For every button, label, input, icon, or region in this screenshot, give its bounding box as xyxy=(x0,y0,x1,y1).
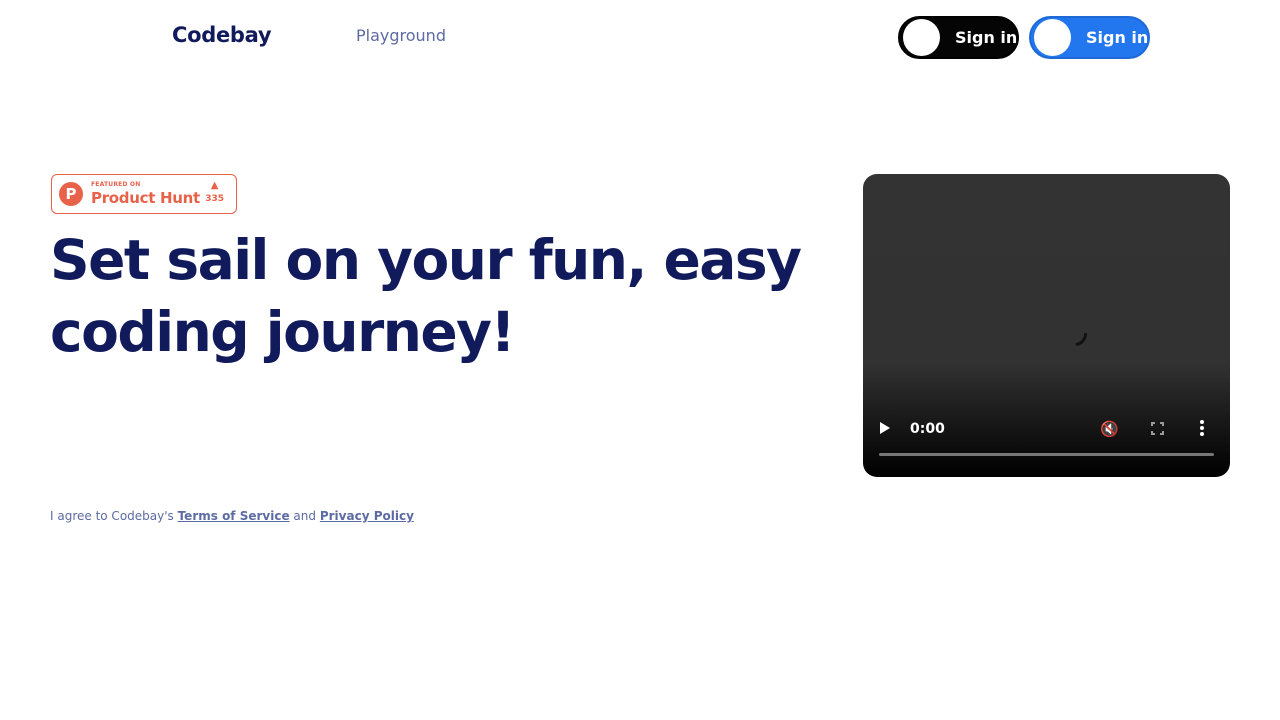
more-options-icon[interactable] xyxy=(1200,420,1204,436)
logo[interactable]: Codebay xyxy=(172,23,272,47)
nav-link-playground[interactable]: Playground xyxy=(356,26,446,45)
play-icon[interactable] xyxy=(880,422,890,434)
featured-label: FEATURED ON xyxy=(91,181,141,188)
product-hunt-icon: P xyxy=(59,182,83,206)
hero-heading: Set sail on your fun, easy coding journe… xyxy=(50,224,810,368)
product-hunt-badge[interactable]: P FEATURED ON Product Hunt ▲ 335 xyxy=(51,174,237,214)
fullscreen-icon[interactable] xyxy=(1151,422,1164,435)
signin-label: Sign in xyxy=(955,28,1018,47)
loading-spinner-icon xyxy=(1058,317,1092,351)
terms-and: and xyxy=(289,509,320,523)
terms-agreement: I agree to Codebay's Terms of Service an… xyxy=(50,509,414,523)
signin-button-dark[interactable]: Sign in xyxy=(898,16,1019,59)
video-progress-bar[interactable] xyxy=(879,453,1214,456)
privacy-policy-link[interactable]: Privacy Policy xyxy=(320,509,414,523)
hero-line-1: Set sail on your fun, easy xyxy=(50,228,802,292)
vote-count: 335 xyxy=(205,194,224,204)
toggle-knob xyxy=(903,19,940,56)
video-time: 0:00 xyxy=(910,421,945,437)
terms-prefix: I agree to Codebay's xyxy=(50,509,178,523)
video-player[interactable]: 0:00 🔇 xyxy=(863,174,1230,477)
upvote-arrow-icon: ▲ xyxy=(210,180,219,191)
product-hunt-name: Product Hunt xyxy=(91,189,200,207)
mute-icon[interactable]: 🔇 xyxy=(1100,420,1119,438)
terms-of-service-link[interactable]: Terms of Service xyxy=(178,509,290,523)
signin-label: Sign in xyxy=(1086,28,1149,47)
signin-button-blue[interactable]: Sign in xyxy=(1029,16,1150,59)
upvote-count: ▲ 335 xyxy=(205,181,224,204)
hero-line-2: coding journey! xyxy=(50,300,516,364)
product-hunt-text: FEATURED ON Product Hunt xyxy=(91,182,200,206)
toggle-knob xyxy=(1034,19,1071,56)
